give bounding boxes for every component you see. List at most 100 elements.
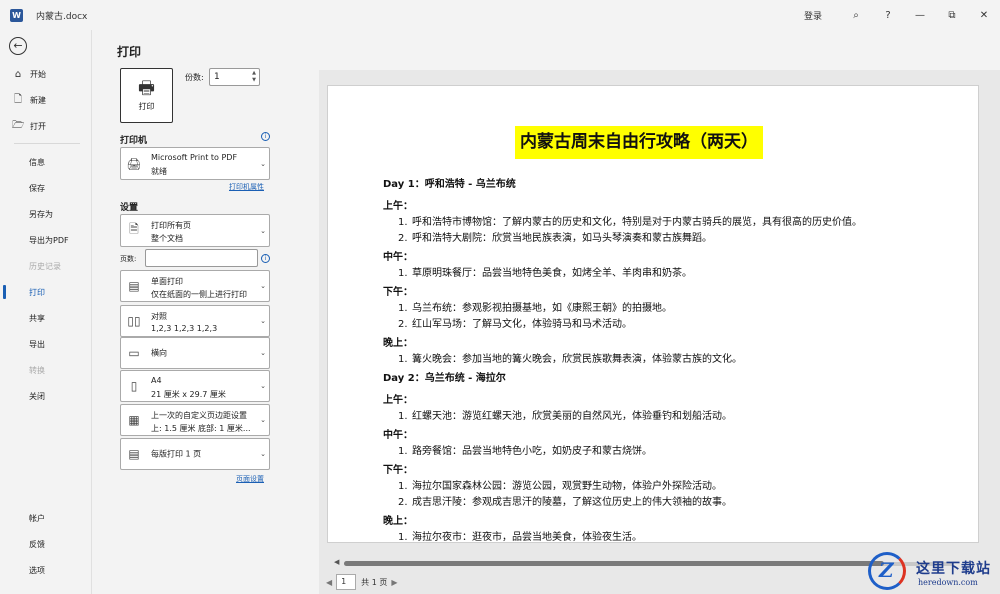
chevron-down-icon: ⌄ bbox=[260, 317, 266, 325]
printer-dropdown[interactable]: 🖨 Microsoft Print to PDF 就绪 ⌄ bbox=[120, 147, 270, 180]
list-item: 1. 海拉尔国家森林公园：游览公园，观赏野生动物，体验户外探险活动。 bbox=[383, 479, 963, 495]
print-settings-panel: 打印 🖶 打印 份数: 1 ▲ ▼ 打印机 i 🖨 Microsoft Print… bbox=[93, 30, 318, 594]
list-item: 1. 草原明珠餐厅：品尝当地特色美食，如烤全羊、羊肉串和奶茶。 bbox=[383, 266, 963, 282]
nav-item-save[interactable]: 保存 bbox=[0, 177, 92, 199]
list-text: 红螺天池：游览红螺天池，欣赏美丽的自然风光，体验垂钓和划船活动。 bbox=[412, 411, 732, 422]
login-link[interactable]: 登录 bbox=[804, 9, 822, 22]
page-navigator: ◀ 1 共 1 页 ▶ bbox=[322, 573, 402, 591]
list-number: 1. bbox=[398, 354, 408, 365]
scroll-thumb[interactable] bbox=[344, 561, 884, 566]
period-heading: 上午： bbox=[383, 395, 413, 406]
period-heading: 下午： bbox=[383, 287, 413, 298]
nav-item-options[interactable]: 选项 bbox=[0, 559, 92, 581]
paper-size-dropdown[interactable]: ▯ A4 21 厘米 x 29.7 厘米 ⌄ bbox=[120, 370, 270, 402]
printer-status: 就绪 bbox=[151, 167, 167, 176]
watermark-logo-icon: Z bbox=[868, 552, 906, 590]
list-text: 篝火晚会：参加当地的篝火晚会，欣赏民族歌舞表演，体验蒙古族的文化。 bbox=[412, 354, 742, 365]
sides-dropdown[interactable]: ▤ 单面打印 仅在纸面的一侧上进行打印 ⌄ bbox=[120, 270, 270, 302]
close-button[interactable]: ✕ bbox=[968, 0, 1000, 30]
nav-item-new[interactable]: 🗋 新建 bbox=[0, 89, 92, 111]
nav-item-info[interactable]: 信息 bbox=[0, 151, 92, 173]
list-number: 2. bbox=[398, 319, 408, 330]
nav-item-close[interactable]: 关闭 bbox=[0, 385, 92, 407]
collate-line1: 对照 bbox=[151, 312, 167, 321]
watermark-name: 这里下载站 bbox=[916, 561, 991, 577]
list-number: 1. bbox=[398, 411, 408, 422]
previous-page-icon[interactable]: ◀ bbox=[326, 578, 332, 587]
preview-page: 内蒙古周末自由行攻略（两天） Day 1：呼和浩特 - 乌兰布统 上午： 1. 呼… bbox=[327, 85, 979, 543]
next-page-icon[interactable]: ▶ bbox=[391, 578, 397, 587]
watermark-url: heredown.com bbox=[918, 578, 978, 587]
nav-item-label: 保存 bbox=[29, 183, 45, 193]
nav-item-feedback[interactable]: 反馈 bbox=[0, 533, 92, 555]
page-setup-link[interactable]: 页面设置 bbox=[236, 474, 264, 484]
orientation-dropdown[interactable]: ▭ 横向 ⌄ bbox=[120, 337, 270, 369]
sides-line1: 单面打印 bbox=[151, 277, 183, 286]
chevron-down-icon: ⌄ bbox=[260, 226, 266, 235]
nav-item-label: 帐户 bbox=[29, 513, 45, 523]
period-heading: 上午： bbox=[383, 201, 413, 212]
list-item: 2. 成吉思汗陵：参观成吉思汗的陵墓，了解这位历史上的伟大领袖的故事。 bbox=[383, 495, 963, 511]
list-item: 1. 呼和浩特市博物馆：了解内蒙古的历史和文化，特别是对于内蒙古骑兵的展览，具有很… bbox=[383, 215, 963, 231]
total-pages: 共 1 页 bbox=[361, 577, 388, 587]
print-button[interactable]: 🖶 打印 bbox=[120, 68, 173, 123]
chevron-down-icon: ⌄ bbox=[260, 382, 266, 390]
nav-item-label: 开始 bbox=[30, 69, 46, 79]
orientation-value: 横向 bbox=[151, 348, 167, 358]
restore-button[interactable]: ⧉ bbox=[936, 0, 968, 30]
help-icon[interactable]: ? bbox=[872, 0, 904, 30]
list-item: 2. 呼和浩特大剧院：欣赏当地民族表演，如马头琴演奏和蒙古族舞蹈。 bbox=[383, 231, 963, 247]
nav-item-label: 打开 bbox=[30, 121, 46, 131]
page-title: 打印 bbox=[117, 45, 142, 59]
back-arrow-icon[interactable]: ← bbox=[9, 37, 27, 55]
printer-name: Microsoft Print to PDF bbox=[151, 153, 238, 162]
sides-line2: 仅在纸面的一侧上进行打印 bbox=[151, 290, 247, 299]
list-text: 成吉思汗陵：参观成吉思汗的陵墓，了解这位历史上的伟大领袖的故事。 bbox=[412, 497, 732, 508]
list-number: 1. bbox=[398, 532, 408, 543]
minimize-button[interactable]: — bbox=[904, 0, 936, 30]
nav-item-export-pdf[interactable]: 导出为PDF bbox=[0, 229, 92, 251]
copies-input[interactable]: 1 ▲ ▼ bbox=[209, 68, 260, 86]
list-item: 1. 篝火晚会：参加当地的篝火晚会，欣赏民族歌舞表演，体验蒙古族的文化。 bbox=[383, 352, 963, 368]
pages-input[interactable] bbox=[145, 249, 258, 267]
document-title: 内蒙古.docx bbox=[36, 12, 88, 22]
nav-item-print[interactable]: 打印 bbox=[0, 281, 92, 303]
feedback-icon[interactable]: ⌕ bbox=[840, 0, 872, 30]
nav-item-label: 转换 bbox=[29, 365, 45, 375]
list-text: 草原明珠餐厅：品尝当地特色美食，如烤全羊、羊肉串和奶茶。 bbox=[412, 268, 692, 279]
pages-per-sheet-icon: ▤ bbox=[128, 447, 140, 461]
info-icon[interactable]: i bbox=[261, 254, 270, 263]
title-bar-controls: 登录 ⌕ ? — ⧉ ✕ bbox=[804, 0, 1000, 30]
paper-icon: ▯ bbox=[130, 379, 138, 393]
list-text: 呼和浩特市博物馆：了解内蒙古的历史和文化，特别是对于内蒙古骑兵的展览，具有很高的… bbox=[412, 217, 862, 228]
single-sided-icon: ▤ bbox=[128, 279, 140, 293]
info-icon[interactable]: i bbox=[261, 132, 270, 141]
printer-properties-link[interactable]: 打印机属性 bbox=[229, 182, 264, 192]
new-document-icon: 🗋 bbox=[13, 93, 23, 105]
spin-arrows-icon[interactable]: ▲ ▼ bbox=[252, 70, 256, 84]
collate-dropdown[interactable]: ▯▯ 对照 1,2,3 1,2,3 1,2,3 ⌄ bbox=[120, 305, 270, 337]
nav-item-label: 信息 bbox=[29, 157, 45, 167]
per-page-value: 每版打印 1 页 bbox=[151, 449, 202, 459]
collate-line2: 1,2,3 1,2,3 1,2,3 bbox=[151, 324, 218, 333]
copies-value: 1 bbox=[214, 72, 220, 82]
scroll-left-icon[interactable]: ◀ bbox=[334, 558, 339, 566]
nav-item-share[interactable]: 共享 bbox=[0, 307, 92, 329]
nav-item-open[interactable]: 🗁 打开 bbox=[0, 115, 92, 137]
nav-item-home[interactable]: ⌂ 开始 bbox=[0, 63, 92, 85]
pages-icon: 🗎 bbox=[129, 222, 139, 236]
chevron-down-icon: ⌄ bbox=[260, 349, 266, 357]
chevron-down-icon: ⌄ bbox=[260, 450, 266, 458]
nav-item-account[interactable]: 帐户 bbox=[0, 507, 92, 529]
margins-dropdown[interactable]: ▦ 上一次的自定义页边距设置 上: 1.5 厘米 底部: 1 厘米... ⌄ bbox=[120, 404, 270, 436]
list-number: 2. bbox=[398, 497, 408, 508]
folder-icon: 🗁 bbox=[12, 119, 25, 131]
nav-item-save-as[interactable]: 另存为 bbox=[0, 203, 92, 225]
site-watermark: Z 这里下载站 heredown.com bbox=[866, 548, 1000, 594]
current-page-input[interactable]: 1 bbox=[336, 574, 357, 590]
print-range-dropdown[interactable]: 🗎 打印所有页 整个文档 ⌄ bbox=[120, 214, 270, 247]
pages-per-sheet-dropdown[interactable]: ▤ 每版打印 1 页 ⌄ bbox=[120, 438, 270, 470]
list-text: 红山军马场：了解马文化，体验骑马和马术活动。 bbox=[412, 319, 632, 330]
nav-item-export[interactable]: 导出 bbox=[0, 333, 92, 355]
day-heading: Day 1：呼和浩特 - 乌兰布统 bbox=[383, 179, 516, 190]
